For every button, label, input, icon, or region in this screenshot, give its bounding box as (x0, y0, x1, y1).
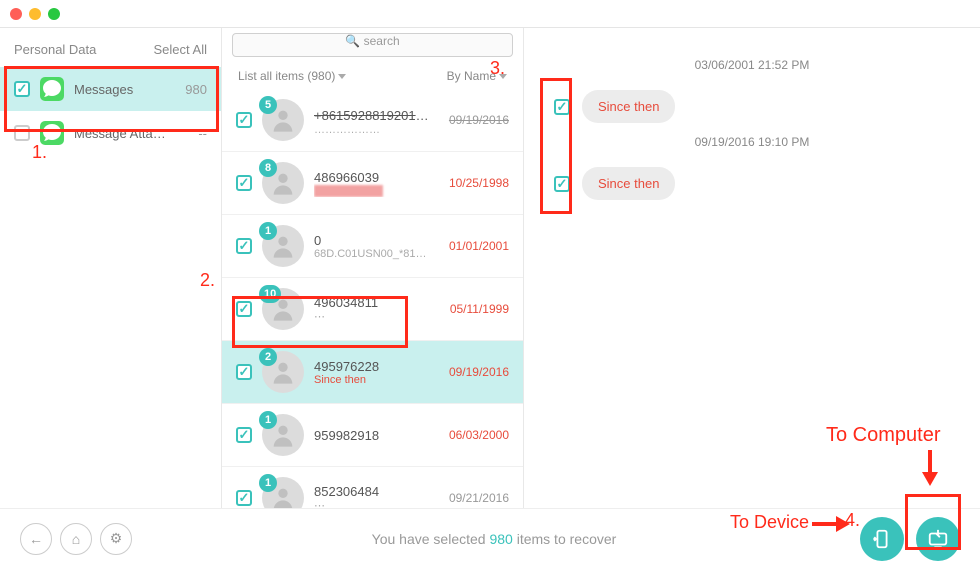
messages-icon (40, 77, 64, 101)
conversation-preview: ……………… (314, 124, 431, 136)
avatar: 10 (262, 288, 304, 330)
conversation-number: +8615928819201、… (314, 105, 431, 124)
message-timestamp: 03/06/2001 21:52 PM (554, 58, 950, 72)
conversation-body: 495976228Since then (314, 359, 431, 386)
checkbox[interactable] (554, 176, 570, 192)
conversation-number: 959982918 (314, 428, 431, 443)
checkbox[interactable] (14, 81, 30, 97)
message-bubble: Since then (582, 90, 675, 123)
conversation-date: 09/21/2016 (441, 491, 509, 505)
checkbox[interactable] (236, 490, 252, 506)
avatar: 1 (262, 414, 304, 456)
back-button[interactable]: ← (20, 523, 52, 555)
to-device-button[interactable] (860, 517, 904, 561)
window-titlebar (0, 0, 980, 28)
sidebar-item-messages[interactable]: Messages 980 (0, 67, 221, 111)
checkbox[interactable] (554, 99, 570, 115)
sidebar: Personal Data Select All Messages 980 Me… (0, 28, 222, 508)
conversation-preview: 68D.C01USN00_*813E… (314, 248, 431, 260)
select-all-link[interactable]: Select All (154, 42, 207, 57)
message-timestamp: 09/19/2016 19:10 PM (554, 135, 950, 149)
conversation-body: 852306484⋯ (314, 484, 431, 508)
annotation-to-device: To Device (730, 512, 809, 533)
conversation-preview: Since then (314, 374, 431, 386)
badge: 10 (259, 285, 281, 303)
avatar: 5 (262, 99, 304, 141)
checkbox[interactable] (236, 427, 252, 443)
badge: 1 (259, 474, 277, 492)
conversation-body: 486966039██████████ (314, 170, 431, 197)
conversation-body: 959982918 (314, 428, 431, 443)
conversation-date: 06/03/2000 (441, 428, 509, 442)
conversation-date: 05/11/1999 (441, 302, 509, 316)
conversation-row[interactable]: 5 +8615928819201、………………… 09/19/2016 (222, 89, 523, 152)
filter-dropdown[interactable]: List all items (980) (238, 69, 346, 83)
conversation-row[interactable]: 2 495976228Since then 09/19/2016 (222, 341, 523, 404)
maximize-window-button[interactable] (48, 8, 60, 20)
annotation-label-1: 1. (32, 142, 47, 163)
checkbox[interactable] (14, 125, 30, 141)
badge: 2 (259, 348, 277, 366)
chevron-down-icon (338, 74, 346, 79)
checkbox[interactable] (236, 238, 252, 254)
sidebar-item-count: 980 (185, 82, 207, 97)
checkbox[interactable] (236, 112, 252, 128)
search-input[interactable]: 🔍 search (232, 33, 513, 57)
conversation-date: 09/19/2016 (441, 365, 509, 379)
annotation-label-3: 3. (490, 58, 505, 79)
close-window-button[interactable] (10, 8, 22, 20)
to-computer-button[interactable] (916, 517, 960, 561)
conversation-row[interactable]: 1 852306484⋯ 09/21/2016 (222, 467, 523, 508)
badge: 1 (259, 411, 277, 429)
conversation-panel: 🔍 search List all items (980) By Name 5+… (222, 28, 524, 508)
conversation-number: 852306484 (314, 484, 431, 499)
conversation-body: 496034811⋯ (314, 295, 431, 323)
conversation-number: 486966039 (314, 170, 431, 185)
conversation-number: 0 (314, 233, 431, 248)
avatar: 1 (262, 225, 304, 267)
annotation-to-computer: To Computer (826, 424, 941, 447)
badge: 8 (259, 159, 277, 177)
conversation-row[interactable]: 1 068D.C01USN00_*813E… 01/01/2001 (222, 215, 523, 278)
annotation-label-2: 2. (200, 270, 215, 291)
avatar: 1 (262, 477, 304, 508)
conversation-preview: ██████████ (314, 185, 431, 197)
conversation-date: 09/19/2016 (441, 113, 509, 127)
minimize-window-button[interactable] (29, 8, 41, 20)
home-button[interactable]: ⌂ (60, 523, 92, 555)
conversation-date: 01/01/2001 (441, 239, 509, 253)
conversation-body: +8615928819201、………………… (314, 105, 431, 136)
sidebar-item-label: Message Atta… (74, 126, 188, 141)
sidebar-item-label: Messages (74, 82, 175, 97)
message-row: Since then (554, 90, 950, 123)
avatar: 8 (262, 162, 304, 204)
conversation-row[interactable]: 8 486966039██████████ 10/25/1998 (222, 152, 523, 215)
conversation-body: 068D.C01USN00_*813E… (314, 233, 431, 260)
conversation-number: 496034811 (314, 295, 431, 310)
conversation-preview: ⋯ (314, 499, 431, 508)
badge: 5 (259, 96, 277, 114)
sidebar-title: Personal Data (14, 42, 96, 57)
settings-button[interactable]: ⚙ (100, 523, 132, 555)
conversation-row[interactable]: 10 496034811⋯ 05/11/1999 (222, 278, 523, 341)
avatar: 2 (262, 351, 304, 393)
conversation-preview: ⋯ (314, 310, 431, 323)
conversation-list: 5 +8615928819201、………………… 09/19/2016 8 486966… (222, 89, 523, 508)
conversation-date: 10/25/1998 (441, 176, 509, 190)
checkbox[interactable] (236, 301, 252, 317)
checkbox[interactable] (236, 175, 252, 191)
sidebar-item-count: -- (198, 126, 207, 141)
message-row: Since then (554, 167, 950, 200)
conversation-row[interactable]: 1 959982918 06/03/2000 (222, 404, 523, 467)
checkbox[interactable] (236, 364, 252, 380)
message-bubble: Since then (582, 167, 675, 200)
badge: 1 (259, 222, 277, 240)
conversation-number: 495976228 (314, 359, 431, 374)
